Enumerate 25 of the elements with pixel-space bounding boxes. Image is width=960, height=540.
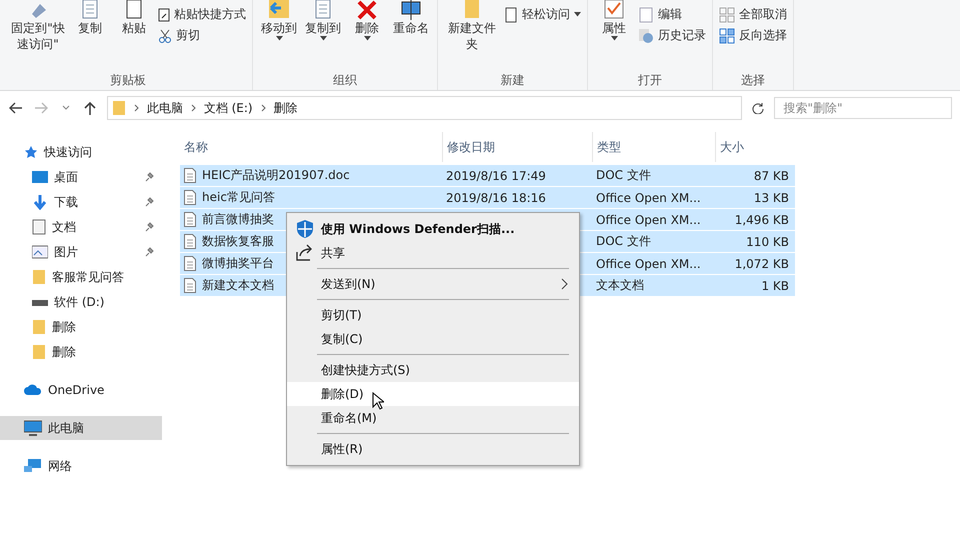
size-cell: 1 KB	[761, 278, 789, 292]
group-label: 打开	[637, 72, 663, 89]
size-cell: 13 KB	[754, 190, 789, 204]
type-cell: Office Open XM...	[596, 212, 701, 226]
type-cell: DOC 文件	[596, 233, 651, 250]
size-cell: 87 KB	[754, 168, 789, 182]
size-cell: 1,072 KB	[734, 256, 789, 270]
file-name: 微博抽奖平台	[202, 255, 274, 272]
date-cell: 2019/8/16 17:49	[446, 168, 546, 182]
type-cell: 文本文档	[596, 277, 644, 294]
file-name: HEIC产品说明201907.doc	[202, 167, 350, 184]
file-name: 数据恢复客服	[202, 233, 274, 250]
group-label: 选择	[740, 72, 766, 89]
group-label: 组织	[332, 72, 358, 89]
type-cell: Office Open XM...	[596, 256, 701, 270]
size-cell: 1,496 KB	[734, 212, 789, 226]
file-name: 前言微博抽奖	[202, 211, 274, 228]
date-cell: 2019/8/16 18:16	[446, 190, 546, 204]
size-cell: 110 KB	[746, 234, 789, 248]
file-name: heic常见问答	[202, 189, 275, 206]
file-name: 新建文本文档	[202, 277, 274, 294]
group-label: 剪贴板	[109, 72, 147, 89]
group-label: 新建	[500, 72, 526, 89]
type-cell: Office Open XM...	[596, 190, 701, 204]
type-cell: DOC 文件	[596, 167, 651, 184]
